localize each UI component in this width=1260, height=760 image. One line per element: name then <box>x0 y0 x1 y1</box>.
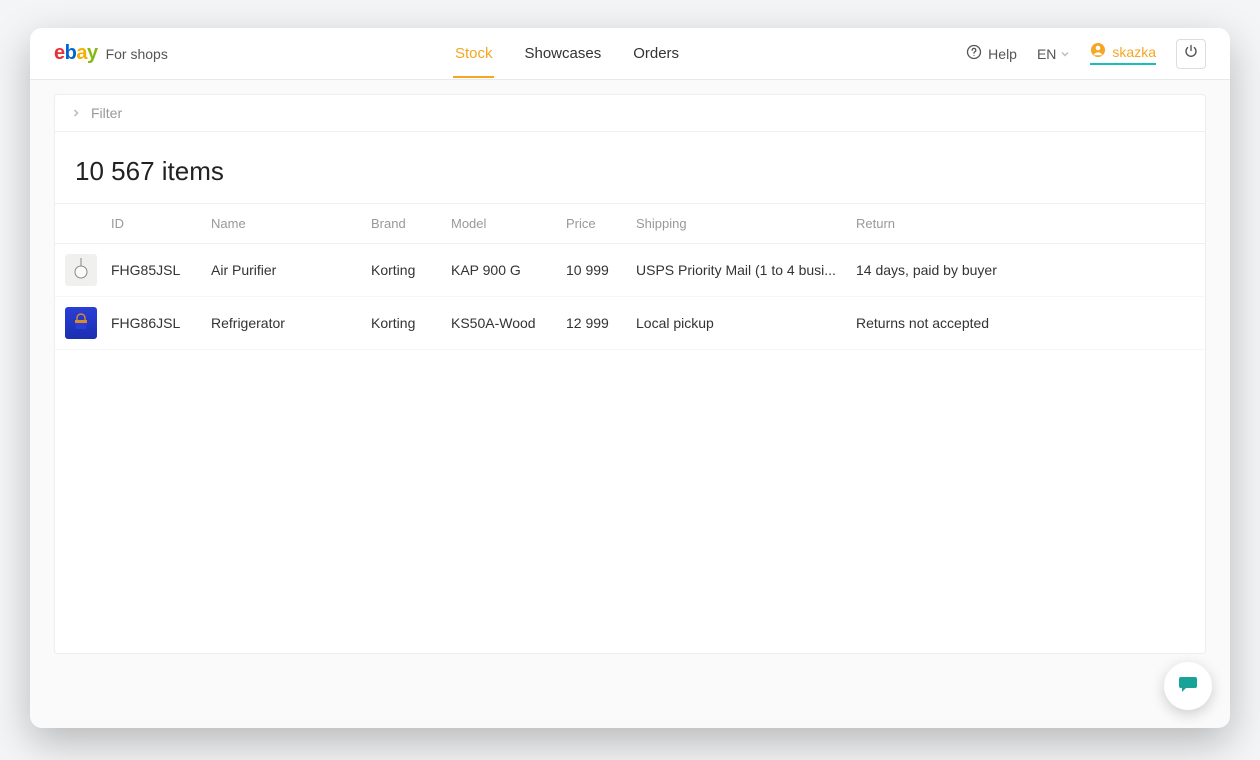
chevron-right-icon <box>71 105 81 121</box>
tab-orders[interactable]: Orders <box>631 29 681 78</box>
table-row[interactable]: FHG86JSL Refrigerator Korting KS50A-Wood… <box>55 297 1205 350</box>
language-selector[interactable]: EN <box>1037 46 1070 62</box>
logo-subtitle: For shops <box>106 46 168 62</box>
product-thumbnail <box>65 307 97 339</box>
help-link[interactable]: Help <box>966 44 1017 63</box>
col-price[interactable]: Price <box>558 204 628 244</box>
language-value: EN <box>1037 46 1056 62</box>
chat-icon <box>1177 673 1199 700</box>
ebay-logo[interactable]: ebay <box>54 42 98 65</box>
cell-shipping: Local pickup <box>628 297 848 350</box>
cell-price: 10 999 <box>558 244 628 297</box>
cell-name: Refrigerator <box>203 297 363 350</box>
logout-button[interactable] <box>1176 39 1206 69</box>
table-row[interactable]: FHG85JSL Air Purifier Korting KAP 900 G … <box>55 244 1205 297</box>
table-header-row: ID Name Brand Model Price Shipping Retur… <box>55 204 1205 244</box>
cell-shipping: USPS Priority Mail (1 to 4 busi... <box>628 244 848 297</box>
cell-name: Air Purifier <box>203 244 363 297</box>
filter-label: Filter <box>91 105 122 121</box>
help-label: Help <box>988 46 1017 62</box>
col-shipping[interactable]: Shipping <box>628 204 848 244</box>
main-tabs: Stock Showcases Orders <box>453 29 681 78</box>
item-count-heading: 10 567 items <box>55 132 1205 204</box>
col-brand[interactable]: Brand <box>363 204 443 244</box>
stock-table: ID Name Brand Model Price Shipping Retur… <box>55 204 1205 350</box>
cell-id: FHG85JSL <box>103 244 203 297</box>
col-return[interactable]: Return <box>848 204 1205 244</box>
cell-return: 14 days, paid by buyer <box>848 244 1205 297</box>
cell-price: 12 999 <box>558 297 628 350</box>
help-icon <box>966 44 982 63</box>
col-name[interactable]: Name <box>203 204 363 244</box>
cell-model: KAP 900 G <box>443 244 558 297</box>
cell-brand: Korting <box>363 244 443 297</box>
cell-brand: Korting <box>363 297 443 350</box>
product-thumbnail <box>65 254 97 286</box>
user-icon <box>1090 42 1106 61</box>
app-window: ebay For shops Stock Showcases Orders He… <box>30 28 1230 728</box>
username: skazka <box>1112 44 1156 60</box>
cell-return: Returns not accepted <box>848 297 1205 350</box>
tab-stock[interactable]: Stock <box>453 29 495 78</box>
user-menu[interactable]: skazka <box>1090 42 1156 65</box>
main-panel: Filter 10 567 items ID Name Brand Model … <box>54 94 1206 654</box>
filter-toggle[interactable]: Filter <box>55 95 1205 132</box>
top-right-tools: Help EN skazka <box>966 39 1206 69</box>
cell-id: FHG86JSL <box>103 297 203 350</box>
tab-showcases[interactable]: Showcases <box>522 29 603 78</box>
cell-model: KS50A-Wood <box>443 297 558 350</box>
chevron-down-icon <box>1060 46 1070 62</box>
col-id[interactable]: ID <box>103 204 203 244</box>
col-model[interactable]: Model <box>443 204 558 244</box>
topbar: ebay For shops Stock Showcases Orders He… <box>30 28 1230 80</box>
power-icon <box>1184 44 1198 63</box>
chat-button[interactable] <box>1164 662 1212 710</box>
